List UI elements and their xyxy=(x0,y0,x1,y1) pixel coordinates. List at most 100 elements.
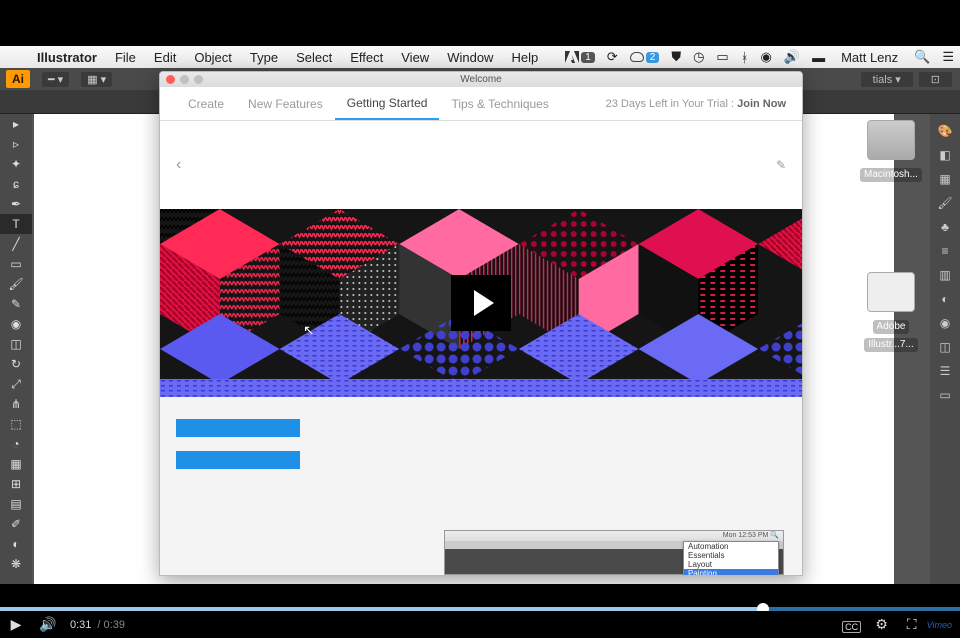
tool-lasso[interactable]: ɕ xyxy=(0,174,32,194)
clock-icon[interactable]: ◷ xyxy=(687,49,710,65)
volume-icon[interactable]: 🔊 xyxy=(778,49,806,65)
welcome-carousel-area: ‹ ✎ xyxy=(160,121,802,209)
panel-symbols-icon[interactable]: ♣ xyxy=(930,216,960,238)
panel-brushes-icon[interactable]: 🖌 xyxy=(930,192,960,214)
sync-icon[interactable]: ⟳ xyxy=(601,49,624,65)
tool-scale[interactable]: ⤢ xyxy=(0,374,32,394)
carousel-edit-icon[interactable]: ✎ xyxy=(776,158,786,172)
tool-magic-wand[interactable]: ✦ xyxy=(0,154,32,174)
panel-transparency-icon[interactable]: ◐ xyxy=(930,288,960,310)
panel-appearance-icon[interactable]: ◉ xyxy=(930,312,960,334)
tool-width[interactable]: ⋔ xyxy=(0,394,32,414)
mini-menu-painting[interactable]: Painting xyxy=(684,569,778,576)
tool-direct-select[interactable]: ▹ xyxy=(0,134,32,154)
mini-menu-automation[interactable]: Automation xyxy=(684,542,778,551)
workspace-switcher[interactable]: tials ▾ xyxy=(861,72,913,87)
wifi-icon[interactable]: ◉ xyxy=(755,49,778,65)
video-volume-icon[interactable]: 🔊 xyxy=(32,616,64,633)
tool-selection[interactable]: ▸ xyxy=(0,114,32,134)
panel-stroke-icon[interactable]: ≡ xyxy=(930,240,960,262)
control-dropdown-stroke[interactable]: ━ ▾ xyxy=(42,72,69,87)
video-fullscreen-icon[interactable]: ⛶ xyxy=(897,616,927,633)
menu-select[interactable]: Select xyxy=(287,50,341,65)
carousel-prev-icon[interactable]: ‹ xyxy=(176,156,181,174)
tool-rotate[interactable]: ↻ xyxy=(0,354,32,374)
left-toolbar: ▸ ▹ ✦ ɕ ✒ T ╱ ▭ 🖌 ✎ ◉ ◫ ↻ ⤢ ⋔ ⬚ ◔ ▦ ⊞ ▤ … xyxy=(0,114,32,584)
minimize-icon xyxy=(180,75,189,84)
tool-shape-builder[interactable]: ◔ xyxy=(0,434,32,454)
battery-icon[interactable]: ▬ xyxy=(806,50,831,65)
menu-file[interactable]: File xyxy=(106,50,145,65)
menu-window[interactable]: Window xyxy=(438,50,502,65)
notification-icon[interactable]: ☰ xyxy=(936,49,960,65)
panel-graphic-styles-icon[interactable]: ◫ xyxy=(930,336,960,358)
panel-color-guide-icon[interactable]: ◧ xyxy=(930,144,960,166)
video-cc-button[interactable]: CC xyxy=(837,617,867,633)
tool-paintbrush[interactable]: 🖌 xyxy=(0,274,32,294)
display-icon[interactable]: ▭ xyxy=(710,49,734,65)
welcome-titlebar[interactable]: Welcome xyxy=(160,72,802,87)
tool-symbol-sprayer[interactable]: ❋ xyxy=(0,554,32,574)
right-panel-dock: 🎨 ◧ ▦ 🖌 ♣ ≡ ▥ ◐ ◉ ◫ ☰ ▭ xyxy=(930,114,960,584)
panel-artboards-icon[interactable]: ▭ xyxy=(930,384,960,406)
creative-cloud-icon[interactable]: 2 xyxy=(624,52,666,63)
video-current-time: 0:31 xyxy=(70,619,91,631)
illustrator-logo: Ai xyxy=(6,70,30,88)
panel-layers-icon[interactable]: ☰ xyxy=(930,360,960,382)
bluetooth-icon[interactable]: ᚼ xyxy=(735,50,755,65)
zoom-icon xyxy=(194,75,203,84)
tool-eraser[interactable]: ◫ xyxy=(0,334,32,354)
search-panel-button[interactable]: ⊡ xyxy=(919,72,952,87)
mini-menu-essentials[interactable]: Essentials xyxy=(684,551,778,560)
menu-view[interactable]: View xyxy=(392,50,438,65)
tab-getting-started[interactable]: Getting Started xyxy=(335,87,440,120)
tool-pen[interactable]: ✒ xyxy=(0,194,32,214)
tool-line[interactable]: ╱ xyxy=(0,234,32,254)
tab-new-features[interactable]: New Features xyxy=(236,87,335,120)
welcome-tabs: Create New Features Getting Started Tips… xyxy=(160,87,802,121)
user-name[interactable]: Matt Lenz xyxy=(831,50,908,65)
macos-menubar: Illustrator File Edit Object Type Select… xyxy=(0,46,960,68)
shield-icon[interactable]: ⛊ xyxy=(665,49,687,65)
panel-color-icon[interactable]: 🎨 xyxy=(930,120,960,142)
desktop-folder-icon[interactable]: Adobe Illustr...7... xyxy=(856,272,926,352)
tool-rectangle[interactable]: ▭ xyxy=(0,254,32,274)
adobe-a-icon[interactable]: 1 xyxy=(559,51,601,63)
menu-object[interactable]: Object xyxy=(185,50,241,65)
mini-screenshot: Mon 12:53 PM 🔍 Automation Essentials Lay… xyxy=(444,530,784,575)
video-provider-logo[interactable]: Vimeo xyxy=(927,620,952,630)
tool-free-transform[interactable]: ⬚ xyxy=(0,414,32,434)
video-play-icon[interactable]: ▶ xyxy=(0,616,32,633)
menu-edit[interactable]: Edit xyxy=(145,50,185,65)
tool-blob[interactable]: ◉ xyxy=(0,314,32,334)
tool-mesh[interactable]: ⊞ xyxy=(0,474,32,494)
menu-effect[interactable]: Effect xyxy=(341,50,392,65)
tool-blend[interactable]: ◐ xyxy=(0,534,32,554)
panel-gradient-icon[interactable]: ▥ xyxy=(930,264,960,286)
menu-help[interactable]: Help xyxy=(502,50,547,65)
spotlight-icon[interactable]: 🔍 xyxy=(908,49,936,65)
welcome-button-1[interactable] xyxy=(176,419,300,437)
video-duration: / 0:39 xyxy=(97,619,125,631)
video-play-button[interactable] xyxy=(451,275,511,331)
welcome-button-2[interactable] xyxy=(176,451,300,469)
tool-type[interactable]: T xyxy=(0,214,32,234)
app-name[interactable]: Illustrator xyxy=(28,50,106,65)
video-settings-icon[interactable]: ⚙ xyxy=(867,616,897,633)
close-icon[interactable] xyxy=(166,75,175,84)
tool-eyedropper[interactable]: ✐ xyxy=(0,514,32,534)
join-now-link[interactable]: Join Now xyxy=(737,98,786,110)
desktop-hd-icon[interactable]: Macintosh... xyxy=(856,120,926,182)
tab-create[interactable]: Create xyxy=(176,87,236,120)
panel-swatches-icon[interactable]: ▦ xyxy=(930,168,960,190)
tool-perspective[interactable]: ▦ xyxy=(0,454,32,474)
mini-menu-layout[interactable]: Layout xyxy=(684,560,778,569)
welcome-window: Welcome Create New Features Getting Star… xyxy=(159,71,803,576)
play-icon xyxy=(474,290,494,316)
menu-type[interactable]: Type xyxy=(241,50,287,65)
tool-gradient[interactable]: ▤ xyxy=(0,494,32,514)
welcome-action-buttons xyxy=(160,397,802,491)
control-dropdown-style[interactable]: ▦ ▾ xyxy=(81,72,112,87)
tool-pencil[interactable]: ✎ xyxy=(0,294,32,314)
tab-tips[interactable]: Tips & Techniques xyxy=(439,87,560,120)
